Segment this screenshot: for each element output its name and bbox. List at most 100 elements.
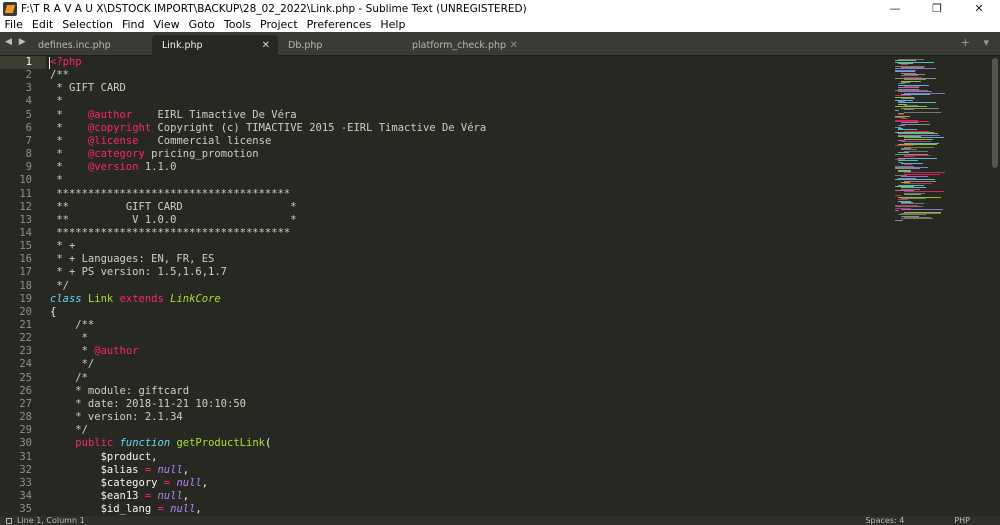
status-bar: Line 1, Column 1 Spaces: 4 PHP	[0, 516, 1000, 525]
code-line: $ean13 = null,	[50, 489, 190, 502]
code-line: * @license Commercial license	[50, 134, 272, 147]
code-line: * +	[50, 240, 76, 253]
line-number: 6	[25, 121, 32, 134]
code-line: * date: 2018-11-21 10:10:50	[50, 397, 246, 410]
tab-label: Link.php	[162, 40, 203, 51]
line-number: 15	[19, 240, 32, 253]
line-number: 5	[25, 108, 32, 121]
tab-label: defines.inc.php	[38, 40, 111, 51]
close-icon[interactable]: ✕	[510, 40, 518, 51]
line-number: 10	[19, 174, 32, 187]
line-number: 24	[19, 358, 32, 371]
tab-db-php[interactable]: Db.php	[278, 35, 402, 56]
menu-help[interactable]: Help	[376, 18, 410, 31]
line-number: 11	[19, 187, 32, 200]
code-line: * GIFT CARD	[50, 82, 126, 95]
minimap-line	[901, 218, 933, 220]
code-line: $product,	[50, 450, 158, 463]
code-view[interactable]: <?php/** * GIFT CARD * * @author EIRL Ti…	[50, 56, 890, 516]
cursor-position[interactable]: Line 1, Column 1	[17, 516, 85, 525]
code-line: *	[50, 95, 63, 108]
minimap-line	[904, 173, 940, 175]
window-controls: — ❐ ✕	[874, 0, 1000, 17]
minimap-line	[901, 123, 930, 125]
code-line: <?php	[50, 56, 82, 68]
menu-project[interactable]: Project	[256, 18, 303, 31]
tab-nav-arrows-icon[interactable]: ◀ ▶	[5, 37, 28, 47]
line-number: 30	[19, 437, 32, 450]
line-number: 22	[19, 332, 32, 345]
vertical-scrollbar[interactable]	[991, 58, 999, 516]
panel-toggle-icon[interactable]	[6, 517, 12, 524]
menu-goto[interactable]: Goto	[184, 18, 219, 31]
code-line: /**	[50, 69, 69, 82]
tab-label: Db.php	[288, 40, 323, 51]
code-line: * module: giftcard	[50, 384, 190, 397]
code-line: /**	[50, 319, 95, 331]
code-line: ** V 1.0.0 *	[50, 213, 297, 226]
tab-link-php[interactable]: Link.php ✕	[152, 35, 278, 56]
menu-edit[interactable]: Edit	[27, 18, 57, 31]
scrollbar-thumb[interactable]	[992, 58, 998, 168]
line-number: 13	[19, 213, 32, 226]
code-line: public function getProductLink(	[75, 437, 272, 450]
tab-platform-check-php[interactable]: platform_check.php ✕	[402, 35, 526, 56]
line-number: 34	[19, 489, 32, 502]
line-number: 28	[19, 411, 32, 424]
title-bar: F:\T R A V A U X\DSTOCK IMPORT\BACKUP\28…	[0, 0, 1000, 17]
line-number: 33	[19, 476, 32, 489]
menu-find[interactable]: Find	[117, 18, 149, 31]
menu-tools[interactable]: Tools	[219, 18, 255, 31]
menu-preferences[interactable]: Preferences	[302, 18, 376, 31]
code-line: */	[50, 358, 95, 371]
code-line: */	[50, 424, 88, 437]
line-number: 14	[19, 226, 32, 239]
minimap-line	[904, 111, 941, 113]
minimap-line	[904, 108, 914, 110]
close-button[interactable]: ✕	[958, 0, 1000, 17]
line-number: 3	[25, 82, 32, 95]
tab-label: platform_check.php	[412, 40, 507, 51]
menu-selection[interactable]: Selection	[58, 18, 118, 31]
code-line: *************************************	[50, 226, 291, 239]
menu-bar: File Edit Selection Find View Goto Tools…	[0, 17, 1000, 32]
minimap[interactable]	[893, 56, 988, 516]
line-number: 31	[19, 450, 32, 463]
code-line: {	[50, 305, 57, 318]
code-line: * + PS version: 1.5,1.6,1.7	[50, 266, 228, 279]
line-number: 25	[19, 371, 32, 384]
indentation-setting[interactable]: Spaces: 4	[865, 516, 904, 525]
line-number: 16	[19, 253, 32, 266]
line-number: 8	[25, 148, 32, 161]
tab-defines-inc-php[interactable]: defines.inc.php	[28, 35, 151, 56]
close-icon[interactable]: ✕	[262, 40, 270, 51]
code-line: * @category pricing_promotion	[50, 148, 259, 161]
code-line: * @version 1.1.0	[50, 161, 177, 174]
line-number: 27	[19, 397, 32, 410]
code-line: $alias = null,	[50, 463, 190, 476]
line-number: 2	[25, 69, 32, 82]
minimap-line	[895, 210, 899, 212]
code-line: /*	[50, 371, 88, 384]
minimap-line	[901, 208, 943, 210]
menu-file[interactable]: File	[0, 18, 27, 31]
menu-view[interactable]: View	[149, 18, 184, 31]
line-number: 7	[25, 134, 32, 147]
minimap-line	[895, 110, 899, 112]
line-number: 17	[19, 266, 32, 279]
minimap-line	[904, 194, 921, 195]
new-tab-menu-icon[interactable]: + ▾	[961, 36, 994, 49]
minimize-button[interactable]: —	[874, 0, 916, 17]
code-line: */	[50, 279, 69, 292]
minimap-line	[904, 138, 933, 140]
tab-bar: ◀ ▶ defines.inc.php Link.php ✕ Db.php pl…	[0, 32, 1000, 56]
syntax-mode[interactable]: PHP	[954, 516, 970, 525]
maximize-button[interactable]: ❐	[916, 0, 958, 17]
code-line: * + Languages: EN, FR, ES	[50, 253, 215, 266]
code-line: $category = null,	[50, 476, 209, 489]
code-line: *	[50, 332, 88, 345]
editor-area[interactable]: 1 2 3 4 5 6 7 8 9 10 11 12 13 14 15 16 17 18 19 20 21 22 23 24 2…	[0, 56, 1000, 516]
line-number: 12	[19, 200, 32, 213]
text-cursor	[49, 57, 50, 69]
code-line: ** GIFT CARD *	[50, 200, 297, 213]
